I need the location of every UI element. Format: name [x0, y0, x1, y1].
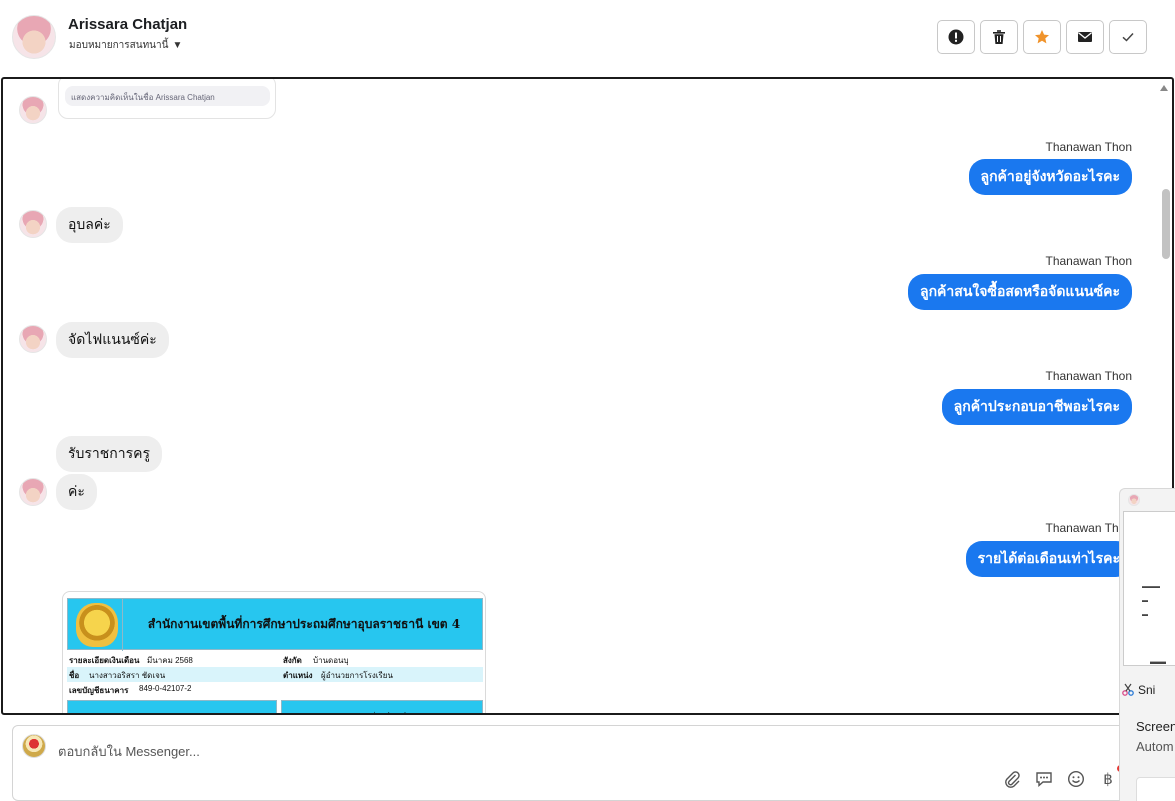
- snipping-tool-notification[interactable]: ▬▬▬ ▬ ▬ ▬▬ Sni Screen Autom: [1119, 488, 1175, 801]
- row1-value: มีนาคม 2568: [147, 656, 193, 665]
- outgoing-message[interactable]: รายได้ต่อเดือนเท่าไรคะ: [965, 541, 1132, 577]
- slip-income-header: [67, 700, 277, 713]
- row1-label2: สังกัด: [283, 656, 302, 665]
- thumb-line: ▬▬: [1150, 657, 1166, 666]
- notification-body: Autom: [1136, 739, 1174, 754]
- row2-label2: ตำแหน่ง: [283, 671, 313, 680]
- exclamation-icon: [948, 29, 964, 45]
- thumb-line: ▬: [1142, 598, 1148, 604]
- incoming-message[interactable]: รับราชการครู: [56, 436, 163, 472]
- conversation-header: Arissara Chatjan มอบหมายการสนทนานี้ ▼: [0, 0, 1175, 76]
- slip-row-1: รายละเอียดเงินเดือน มีนาคม 2568 สังกัด บ…: [67, 652, 483, 667]
- scroll-up-arrow[interactable]: [1160, 85, 1168, 91]
- row1-label: รายละเอียดเงินเดือน: [69, 656, 140, 665]
- emoji-button[interactable]: [1067, 770, 1085, 788]
- reply-composer[interactable]: ตอบกลับใน Messenger... ฿: [12, 725, 1175, 801]
- quoted-comment-card[interactable]: แสดงความคิดเห็นในชื่อ Arissara Chatjan: [58, 79, 276, 119]
- slip-row-3: เลขบัญชีธนาคาร 849-0-42107-2: [67, 682, 483, 697]
- done-button[interactable]: [1109, 20, 1147, 54]
- incoming-message[interactable]: ค่ะ: [56, 474, 97, 510]
- slip-expense-header: รายจ่าย (บาท): [281, 700, 483, 713]
- row1-value2: บ้านดอนบุ: [313, 656, 349, 665]
- snipping-tool-label: Sni: [1138, 683, 1156, 697]
- assign-conversation-dropdown[interactable]: มอบหมายการสนทนานี้ ▼: [69, 38, 182, 53]
- trash-icon: [993, 30, 1005, 44]
- contact-avatar[interactable]: [12, 15, 56, 59]
- sender-name: Thanawan Thon: [1045, 254, 1132, 268]
- outgoing-message[interactable]: ลูกค้าอยู่จังหวัดอะไรคะ: [968, 159, 1132, 195]
- paperclip-icon: [1005, 771, 1020, 788]
- smiley-icon: [1067, 770, 1085, 788]
- message-thread[interactable]: แสดงความคิดเห็นในชื่อ Arissara Chatjan T…: [1, 77, 1174, 715]
- outgoing-message[interactable]: ลูกค้าสนใจซื้อสดหรือจัดแนนซ์คะ: [908, 274, 1132, 310]
- obec-logo-icon: [76, 603, 118, 647]
- contact-name[interactable]: Arissara Chatjan: [68, 16, 187, 33]
- quoted-comment-text: แสดงความคิดเห็นในชื่อ Arissara Chatjan: [65, 86, 270, 106]
- divider: [122, 599, 123, 651]
- contact-avatar-small: [19, 96, 47, 124]
- report-button[interactable]: [937, 20, 975, 54]
- chat-bubble-icon: [1036, 772, 1052, 788]
- contact-avatar-small: [19, 478, 47, 506]
- attach-button[interactable]: [1003, 770, 1021, 788]
- thumb-line: ▬▬▬: [1142, 584, 1160, 590]
- contact-avatar-small: [19, 325, 47, 353]
- salary-slip-header: สำนักงานเขตพื้นที่การศึกษาประถมศึกษาอุบล…: [67, 598, 483, 651]
- scissors-icon: [1122, 683, 1134, 696]
- composer-tools: ฿: [1003, 770, 1117, 788]
- thumbnail-avatar: [1128, 494, 1140, 506]
- notification-action-card[interactable]: [1136, 777, 1175, 801]
- scrollbar-thumb[interactable]: [1162, 189, 1170, 259]
- org-title: สำนักงานเขตพื้นที่การศึกษาประถมศึกษาอุบล…: [147, 617, 461, 631]
- header-actions: [937, 20, 1147, 54]
- page-avatar: [22, 734, 46, 758]
- contact-avatar-small: [19, 210, 47, 238]
- caret-down-icon: ▼: [172, 40, 183, 51]
- reply-input[interactable]: ตอบกลับใน Messenger...: [58, 741, 200, 762]
- incoming-message[interactable]: จัดไฟแนนซ์ค่ะ: [56, 322, 169, 358]
- salary-slip-image[interactable]: สำนักงานเขตพื้นที่การศึกษาประถมศึกษาอุบล…: [62, 591, 486, 713]
- assign-label: มอบหมายการสนทนานี้: [69, 40, 169, 51]
- row3-label: เลขบัญชีธนาคาร: [69, 686, 129, 695]
- envelope-icon: [1078, 32, 1092, 42]
- sender-name: Thanawan Thon: [1045, 140, 1132, 154]
- payment-button[interactable]: ฿: [1099, 770, 1117, 788]
- notification-title: Screen: [1136, 719, 1175, 734]
- saved-replies-button[interactable]: [1035, 770, 1053, 788]
- check-icon: [1122, 32, 1134, 42]
- slip-row-2: ชื่อ นางสาวอริสรา ชัดเจน ตำแหน่ง ผู้อำนว…: [67, 667, 483, 682]
- star-button[interactable]: [1023, 20, 1061, 54]
- sender-name: Thanawan Thon: [1045, 369, 1132, 383]
- row3-value: 849-0-42107-2: [139, 684, 192, 693]
- outgoing-message[interactable]: ลูกค้าประกอบอาชีพอะไรคะ: [941, 389, 1132, 425]
- row2-value2: ผู้อำนวยการโรงเรียน: [321, 671, 393, 680]
- screenshot-thumbnail[interactable]: ▬▬▬ ▬ ▬ ▬▬: [1123, 511, 1175, 666]
- mark-unread-button[interactable]: [1066, 20, 1104, 54]
- row2-label: ชื่อ: [69, 671, 80, 680]
- incoming-message[interactable]: อุบลค่ะ: [56, 207, 123, 243]
- baht-icon: ฿: [1103, 771, 1113, 788]
- row2-value: นางสาวอริสรา ชัดเจน: [89, 671, 166, 680]
- delete-button[interactable]: [980, 20, 1018, 54]
- thumb-line: ▬: [1142, 612, 1148, 618]
- star-icon: [1035, 30, 1049, 44]
